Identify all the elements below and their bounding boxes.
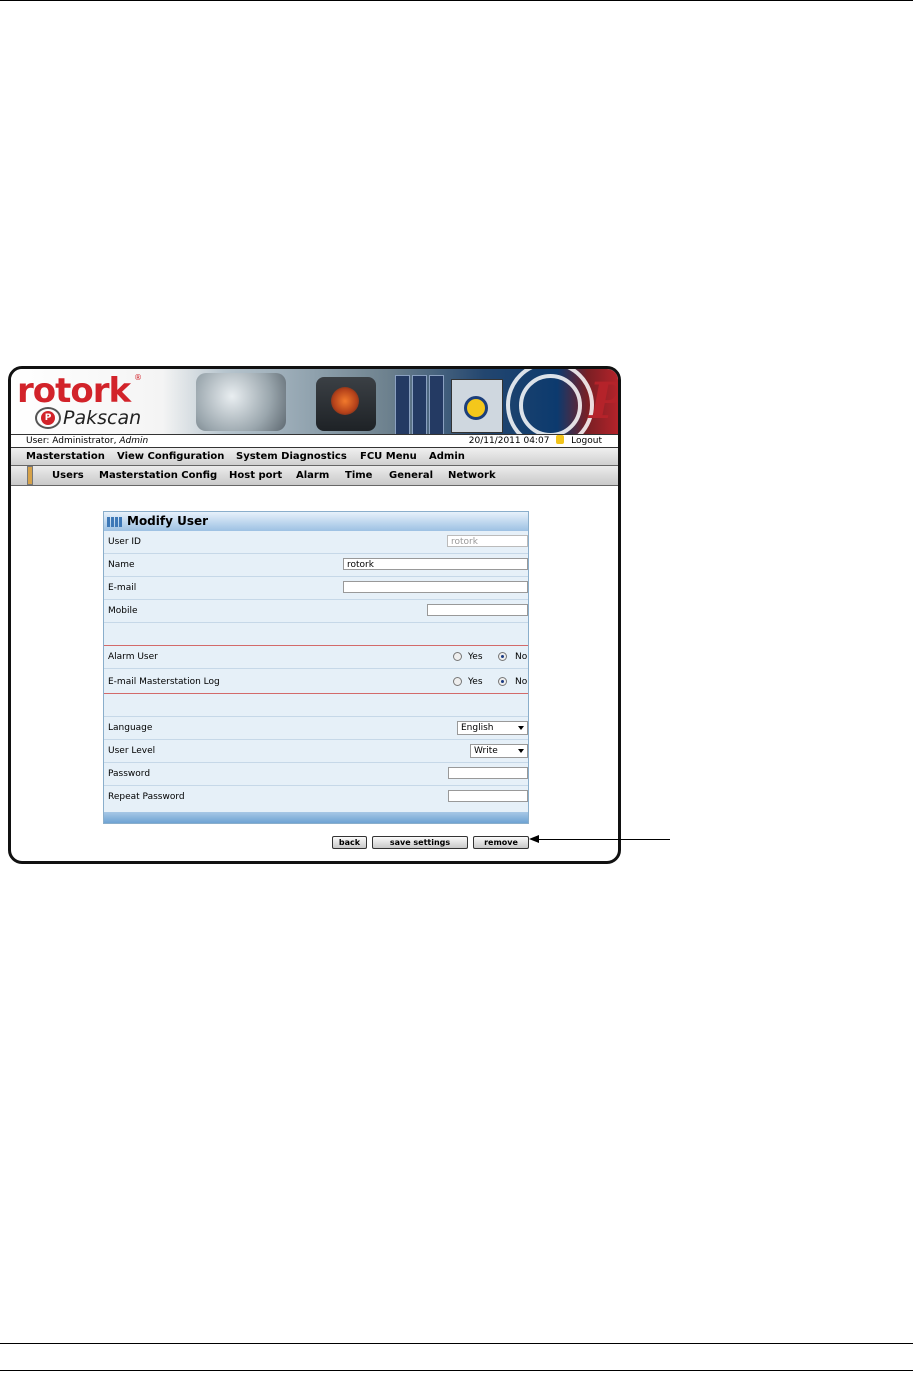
language-select[interactable]: English bbox=[457, 721, 528, 735]
alarm-user-no-radio[interactable] bbox=[498, 652, 507, 661]
sub-menu: Users Masterstation Config Host port Ala… bbox=[11, 466, 618, 486]
user-id-label: User ID bbox=[108, 537, 141, 547]
spacer-row bbox=[104, 694, 528, 717]
submenu-marker bbox=[27, 466, 33, 485]
lock-icon bbox=[556, 435, 565, 444]
row-mobile: Mobile bbox=[104, 600, 528, 623]
row-user-id: User ID rotork bbox=[104, 531, 528, 554]
user-level-select[interactable]: Write bbox=[470, 744, 528, 758]
user-level-selected: Write bbox=[474, 746, 498, 756]
modify-user-panel: Modify User User ID rotork Name rotork E… bbox=[103, 511, 529, 824]
row-alarm-user: Alarm User Yes No bbox=[104, 646, 528, 669]
row-email-log: E-mail Masterstation Log Yes No bbox=[104, 669, 528, 694]
email-log-label: E-mail Masterstation Log bbox=[108, 677, 220, 687]
masterstation-panel-image bbox=[451, 379, 503, 433]
email-log-no-label: No bbox=[515, 677, 528, 687]
p3-logo: P bbox=[589, 371, 618, 430]
main-menu: Masterstation View Configuration System … bbox=[11, 448, 618, 466]
chevron-down-icon bbox=[518, 726, 524, 730]
logout-link[interactable]: Logout bbox=[571, 436, 602, 446]
status-right: 20/11/2011 04:07 Logout bbox=[469, 435, 602, 447]
menu-system-diagnostics[interactable]: System Diagnostics bbox=[236, 448, 347, 465]
user-id-field: rotork bbox=[447, 535, 528, 547]
rack-module-image bbox=[395, 375, 410, 435]
language-selected: English bbox=[461, 723, 494, 733]
alarm-user-label: Alarm User bbox=[108, 652, 158, 662]
email-field[interactable] bbox=[343, 581, 528, 593]
panel-footer bbox=[104, 812, 528, 823]
grid-icon bbox=[107, 517, 123, 527]
page-top-rule bbox=[0, 0, 913, 1]
current-user: User: Administrator, Admin bbox=[26, 436, 149, 446]
email-label: E-mail bbox=[108, 583, 137, 593]
menu-masterstation[interactable]: Masterstation bbox=[26, 448, 105, 465]
submenu-time[interactable]: Time bbox=[345, 466, 372, 485]
page-bottom-rule bbox=[0, 1343, 913, 1344]
repeat-password-field[interactable] bbox=[448, 790, 528, 802]
submenu-host-port[interactable]: Host port bbox=[229, 466, 282, 485]
mobile-field[interactable] bbox=[427, 604, 528, 616]
remove-button[interactable]: remove bbox=[473, 836, 529, 849]
password-field[interactable] bbox=[448, 767, 528, 779]
back-button[interactable]: back bbox=[332, 836, 367, 849]
submenu-general[interactable]: General bbox=[389, 466, 433, 485]
rack-module-image bbox=[412, 375, 427, 435]
row-user-level: User Level Write bbox=[104, 740, 528, 763]
screenshot-frame: rotork ® P Pakscan P User: Administrator… bbox=[8, 366, 621, 864]
email-log-yes-radio[interactable] bbox=[453, 677, 462, 686]
datetime: 20/11/2011 04:07 bbox=[468, 436, 550, 446]
panel-header: Modify User bbox=[104, 512, 528, 531]
language-label: Language bbox=[108, 723, 153, 733]
menu-fcu-menu[interactable]: FCU Menu bbox=[360, 448, 417, 465]
menu-admin[interactable]: Admin bbox=[429, 448, 465, 465]
name-field[interactable]: rotork bbox=[343, 558, 528, 570]
alarm-user-no-label: No bbox=[515, 652, 528, 662]
row-email: E-mail bbox=[104, 577, 528, 600]
user-level-label: User Level bbox=[108, 746, 156, 756]
pakscan-wordmark: Pakscan bbox=[63, 407, 142, 429]
pakscan-badge: P bbox=[41, 411, 55, 425]
rack-module-image bbox=[429, 375, 444, 435]
actuator-image bbox=[196, 373, 286, 431]
user-status-bar: User: Administrator, Admin 20/11/2011 04… bbox=[11, 434, 618, 448]
actuator-display-image bbox=[316, 377, 376, 431]
mobile-label: Mobile bbox=[108, 606, 138, 616]
header-banner: rotork ® P Pakscan P bbox=[11, 369, 618, 449]
registered-mark: ® bbox=[134, 373, 142, 382]
alarm-user-yes-radio[interactable] bbox=[453, 652, 462, 661]
repeat-password-label: Repeat Password bbox=[108, 792, 185, 802]
save-settings-button[interactable]: save settings bbox=[372, 836, 468, 849]
submenu-network[interactable]: Network bbox=[448, 466, 496, 485]
submenu-masterstation-config[interactable]: Masterstation Config bbox=[99, 466, 217, 485]
callout-arrow-line bbox=[538, 839, 670, 840]
pakscan-logo-icon: P bbox=[35, 407, 61, 429]
panel-title: Modify User bbox=[127, 514, 209, 528]
rotork-logo: rotork bbox=[17, 371, 131, 411]
email-log-no-radio[interactable] bbox=[498, 677, 507, 686]
row-repeat-password: Repeat Password bbox=[104, 786, 528, 808]
chevron-down-icon bbox=[518, 749, 524, 753]
spacer-row bbox=[104, 623, 528, 646]
menu-view-configuration[interactable]: View Configuration bbox=[117, 448, 224, 465]
submenu-alarm[interactable]: Alarm bbox=[296, 466, 329, 485]
submenu-users[interactable]: Users bbox=[52, 466, 84, 485]
password-label: Password bbox=[108, 769, 151, 779]
row-password: Password bbox=[104, 763, 528, 786]
row-language: Language English bbox=[104, 717, 528, 740]
signal-arcs-graphic bbox=[519, 374, 582, 437]
email-log-yes-label: Yes bbox=[468, 677, 483, 687]
row-name: Name rotork bbox=[104, 554, 528, 577]
page-bottom-rule bbox=[0, 1370, 913, 1371]
name-label: Name bbox=[108, 560, 135, 570]
alarm-user-yes-label: Yes bbox=[468, 652, 483, 662]
